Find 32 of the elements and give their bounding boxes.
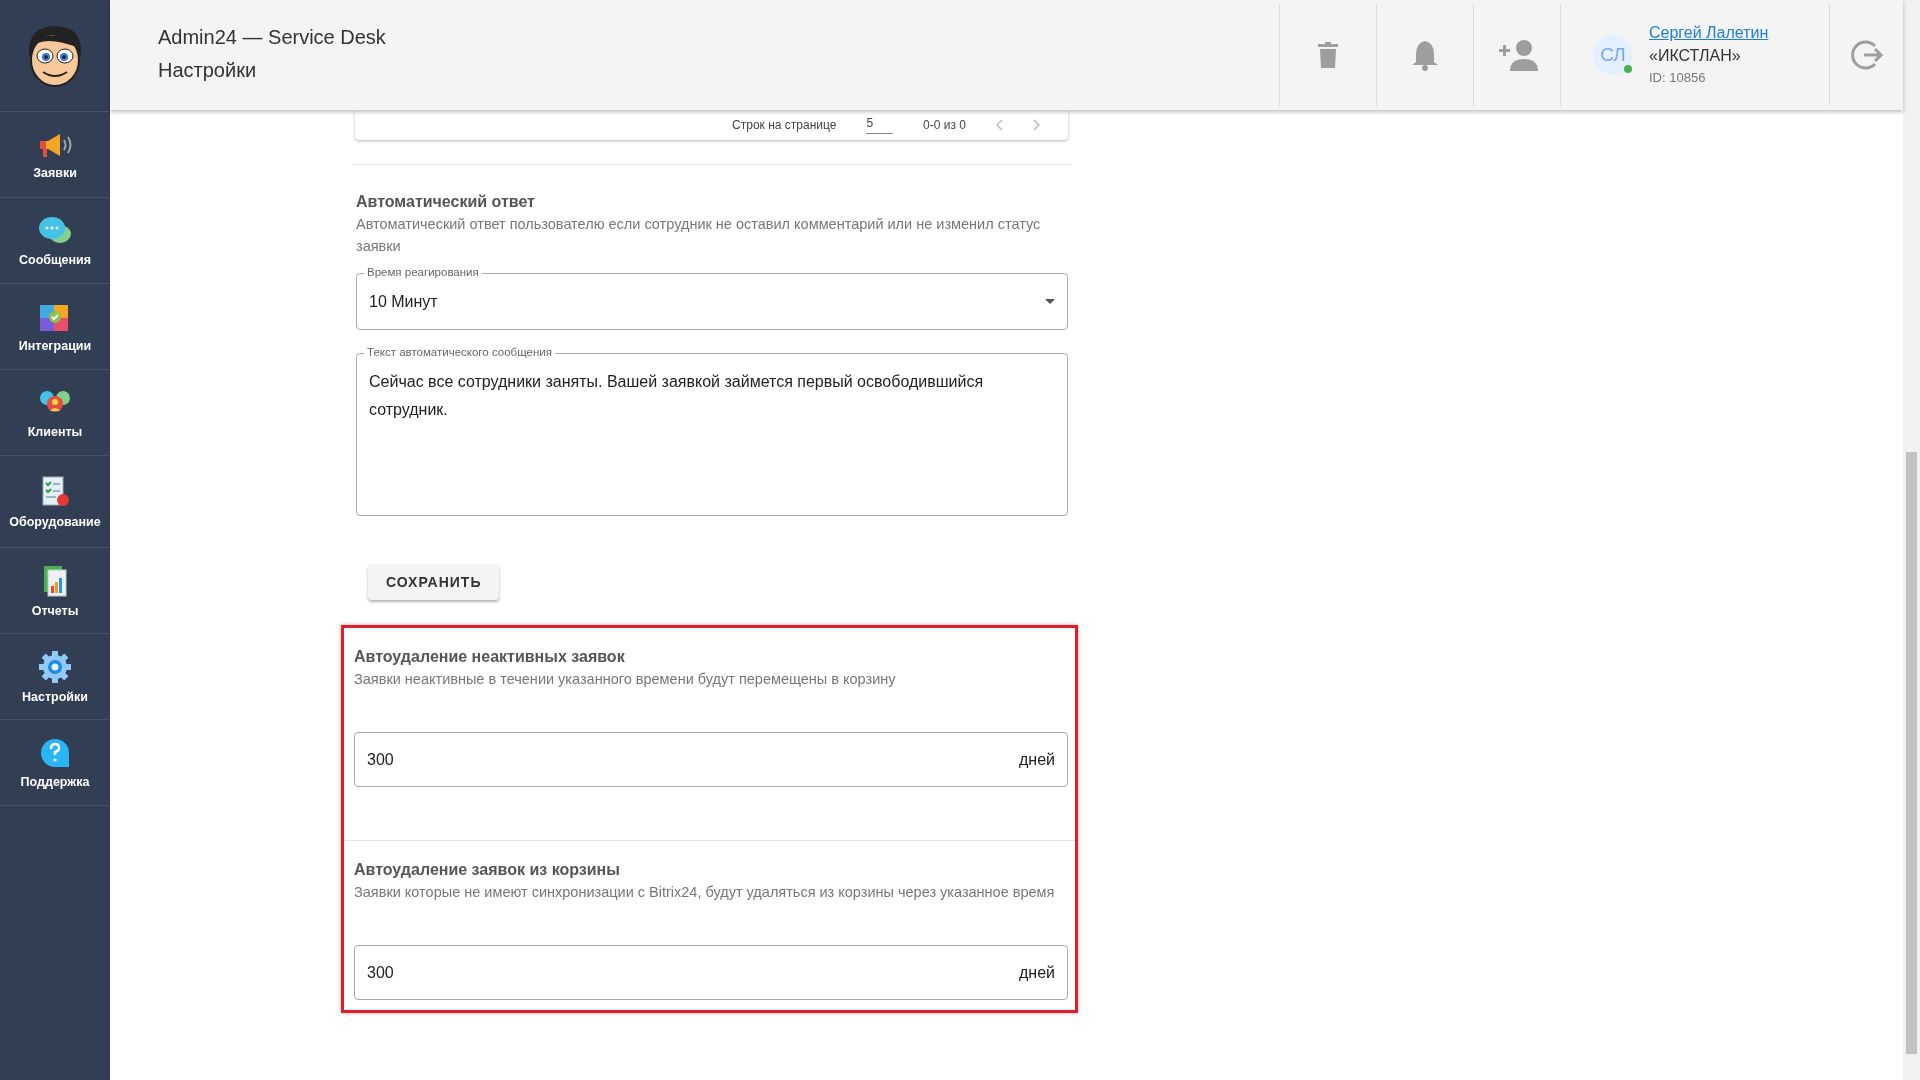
rows-per-page-label: Строк на странице: [732, 118, 837, 132]
help-icon: [39, 736, 71, 769]
company-name: «ИКСТЛАН»: [1649, 46, 1742, 65]
section-title: Автоудаление заявок из корзины: [354, 861, 621, 879]
user-name-link[interactable]: Сергей Лалетин: [1649, 23, 1769, 42]
sidebar-item[interactable]: Поддержка: [0, 720, 110, 806]
user-id: ID: 10856: [1649, 69, 1707, 85]
days-input-field[interactable]: 300 дней: [354, 732, 1068, 787]
user-avatar: СЛ: [1593, 35, 1633, 75]
scrollbar[interactable]: [1903, 0, 1920, 1080]
section-description: Автоматический ответ пользователю если сотрудник не оставил комментарий или не изменил статус заявки: [356, 215, 1042, 256]
logout-icon[interactable]: [1849, 38, 1884, 72]
prev-page-icon[interactable]: [996, 119, 1003, 131]
page-range: 0-0 из 0: [923, 118, 966, 132]
dropdown-caret-icon: [1045, 299, 1055, 304]
sidebar-item[interactable]: Отчеты: [0, 548, 110, 634]
days-input-field[interactable]: 300 дней: [354, 945, 1068, 1000]
section-title: Автоудаление неактивных заявок: [354, 648, 626, 666]
app-title: Admin24 — Service Desk: [158, 26, 387, 49]
rows-per-page-select[interactable]: 5: [866, 116, 894, 134]
gear-icon: [38, 649, 72, 684]
sidebar-item[interactable]: Настройки: [0, 634, 110, 720]
sidebar-item[interactable]: Интеграции: [0, 284, 110, 370]
save-button[interactable]: СОХРАНИТЬ: [368, 564, 500, 600]
bell-icon[interactable]: [1411, 39, 1439, 71]
sidebar-item[interactable]: Оборудование: [0, 456, 110, 548]
trash-icon[interactable]: [1318, 42, 1338, 68]
section-description: Заявки которые не имеют синхронизации с Bitrix24, будут удаляться из корзины через указанное время: [354, 883, 1056, 902]
section-title: Автоматический ответ: [356, 193, 536, 211]
next-page-icon[interactable]: [1033, 119, 1040, 131]
section-description: Заявки неактивные в течении указанного времени будут перемещены в корзину: [354, 670, 897, 689]
page-title: Настройки: [158, 59, 258, 82]
